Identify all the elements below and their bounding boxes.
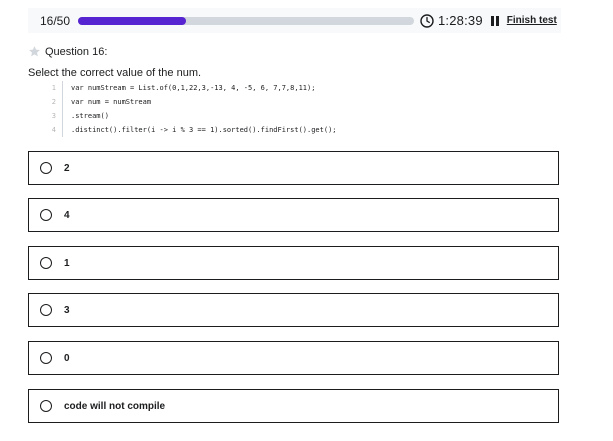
radio-button[interactable] xyxy=(40,352,52,364)
code-text: var numStream = List.of(0,1,22,3,-13, 4,… xyxy=(71,84,316,92)
radio-button[interactable] xyxy=(40,162,52,174)
code-line: 4 .distinct().filter(i -> i % 3 == 1).so… xyxy=(46,123,337,137)
test-header: 16/50 1:28:39 Finish test xyxy=(28,8,561,33)
question-header: Question 16: xyxy=(28,45,107,58)
line-number: 4 xyxy=(51,126,56,134)
star-icon[interactable] xyxy=(28,45,41,58)
question-counter: 16/50 xyxy=(40,13,71,28)
radio-button[interactable] xyxy=(40,209,52,221)
code-line: 3 .stream() xyxy=(46,109,337,123)
radio-button[interactable] xyxy=(40,400,52,412)
answer-option-5[interactable]: 0 xyxy=(28,341,559,375)
code-text: .distinct().filter(i -> i % 3 == 1).sort… xyxy=(71,126,337,134)
clock-icon xyxy=(420,13,434,28)
line-number: 1 xyxy=(51,84,56,92)
timer: 1:28:39 xyxy=(438,13,483,28)
answer-option-4[interactable]: 3 xyxy=(28,293,559,327)
option-label: 3 xyxy=(64,304,70,316)
answer-option-6[interactable]: code will not compile xyxy=(28,389,559,423)
option-label: code will not compile xyxy=(64,400,166,412)
question-prompt: Select the correct value of the num. xyxy=(28,67,202,79)
code-line: 1 var numStream = List.of(0,1,22,3,-13, … xyxy=(46,81,337,95)
option-label: 2 xyxy=(64,162,70,174)
option-label: 4 xyxy=(64,209,70,221)
option-label: 1 xyxy=(64,257,70,269)
code-text: var num = numStream xyxy=(71,98,152,106)
line-number: 3 xyxy=(51,112,56,120)
question-title: Question 16: xyxy=(45,45,108,58)
answer-option-3[interactable]: 1 xyxy=(28,246,559,280)
progress-fill xyxy=(78,16,186,25)
progress-bar xyxy=(78,16,414,25)
answer-option-1[interactable]: 2 xyxy=(28,151,559,185)
code-text: .stream() xyxy=(71,112,109,120)
code-block: 1 var numStream = List.of(0,1,22,3,-13, … xyxy=(46,81,337,137)
radio-button[interactable] xyxy=(40,257,52,269)
radio-button[interactable] xyxy=(40,304,52,316)
finish-test-link[interactable]: Finish test xyxy=(507,15,557,26)
answer-option-2[interactable]: 4 xyxy=(28,198,559,232)
line-number: 2 xyxy=(51,98,56,106)
option-label: 0 xyxy=(64,352,70,364)
code-line: 2 var num = numStream xyxy=(46,95,337,109)
pause-icon[interactable] xyxy=(490,15,499,26)
